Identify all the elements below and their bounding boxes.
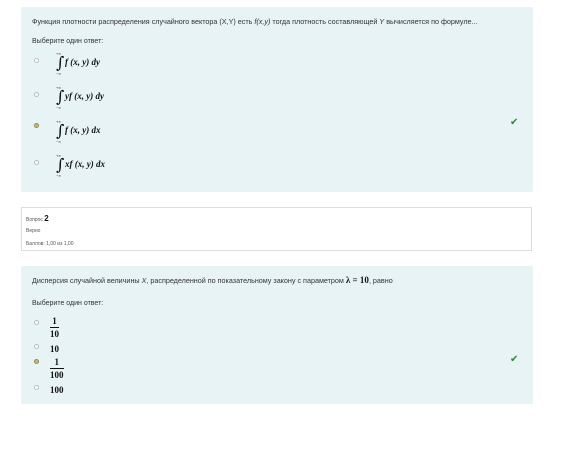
integral-lower: −∞ [56,105,62,110]
q2-option-4-value: 100 [50,385,64,395]
integral-sign: ∫ [56,155,65,174]
q1-text-prefix: Функция плотности распределения случайно… [32,17,255,26]
q2-text-prefix: Дисперсия случайной величины [32,276,142,285]
q1-text-suffix: вычисляется по формуле... [384,17,478,26]
q2-option-1-fraction: 1 10 [50,316,59,339]
integral-sign: ∫ [56,87,65,106]
integral-expr: f (x, y) dy [65,57,100,67]
question-2-prompt: Выберите один ответ: [32,300,104,307]
q2-text-suffix: , равно [368,276,393,285]
integral-sign: ∫ [56,53,65,72]
integral-lower: −∞ [56,173,62,178]
q1-option-2-radio[interactable] [34,92,39,97]
fraction-denominator: 100 [50,370,64,380]
integral-expr: f (x, y) dx [65,125,101,135]
check-icon: ✔ [510,354,519,365]
question-2-text: Дисперсия случайной величины X, распреде… [32,275,393,285]
q2-option-2-value: 10 [50,344,59,354]
fraction-denominator: 10 [50,329,59,339]
q2-option-2-radio[interactable] [34,344,39,349]
question-number-line: Вопрос 2 [26,214,49,223]
question-1-text: Функция плотности распределения случайно… [32,17,478,26]
question-info: Вопрос 2 Верно Баллов: 1,00 из 1,00 [21,207,532,251]
fraction-bar [50,327,59,328]
q1-option-3-radio[interactable] [34,123,39,128]
check-icon: ✔ [510,117,519,128]
question-2-box: Дисперсия случайной величины X, распреде… [21,266,533,404]
q2-param: λ = 10 [345,275,369,285]
question-score: Баллов: 1,00 из 1,00 [26,241,74,247]
fraction-bar [50,368,64,369]
q2-option-1-radio[interactable] [34,320,39,325]
question-1-box: Функция плотности распределения случайно… [21,7,533,192]
question-number: 2 [44,214,49,223]
integral-lower: −∞ [56,139,62,144]
fraction-numerator: 1 [52,316,57,326]
question-1-prompt: Выберите один ответ: [32,38,104,45]
integral-expr: yf (x, y) dy [65,91,104,101]
q2-option-3-radio[interactable] [34,359,39,364]
q2-text-mid: , распределенной по показательному закон… [146,276,346,285]
integral-expr: xf (x, y) dx [65,159,105,169]
question-label: Вопрос [26,217,43,223]
q1-text-fxy: f(x,y) [254,17,271,26]
fraction-numerator: 1 [54,357,60,367]
integral-lower: −∞ [56,71,62,76]
q2-option-4-radio[interactable] [34,385,39,390]
q1-option-4-radio[interactable] [34,160,39,165]
q1-text-mid: тогда плотность составляющей [270,17,380,26]
q1-option-1-radio[interactable] [34,58,39,63]
integral-sign: ∫ [56,121,65,140]
question-status: Верно [26,228,41,234]
q2-option-3-fraction: 1 100 [50,357,64,380]
